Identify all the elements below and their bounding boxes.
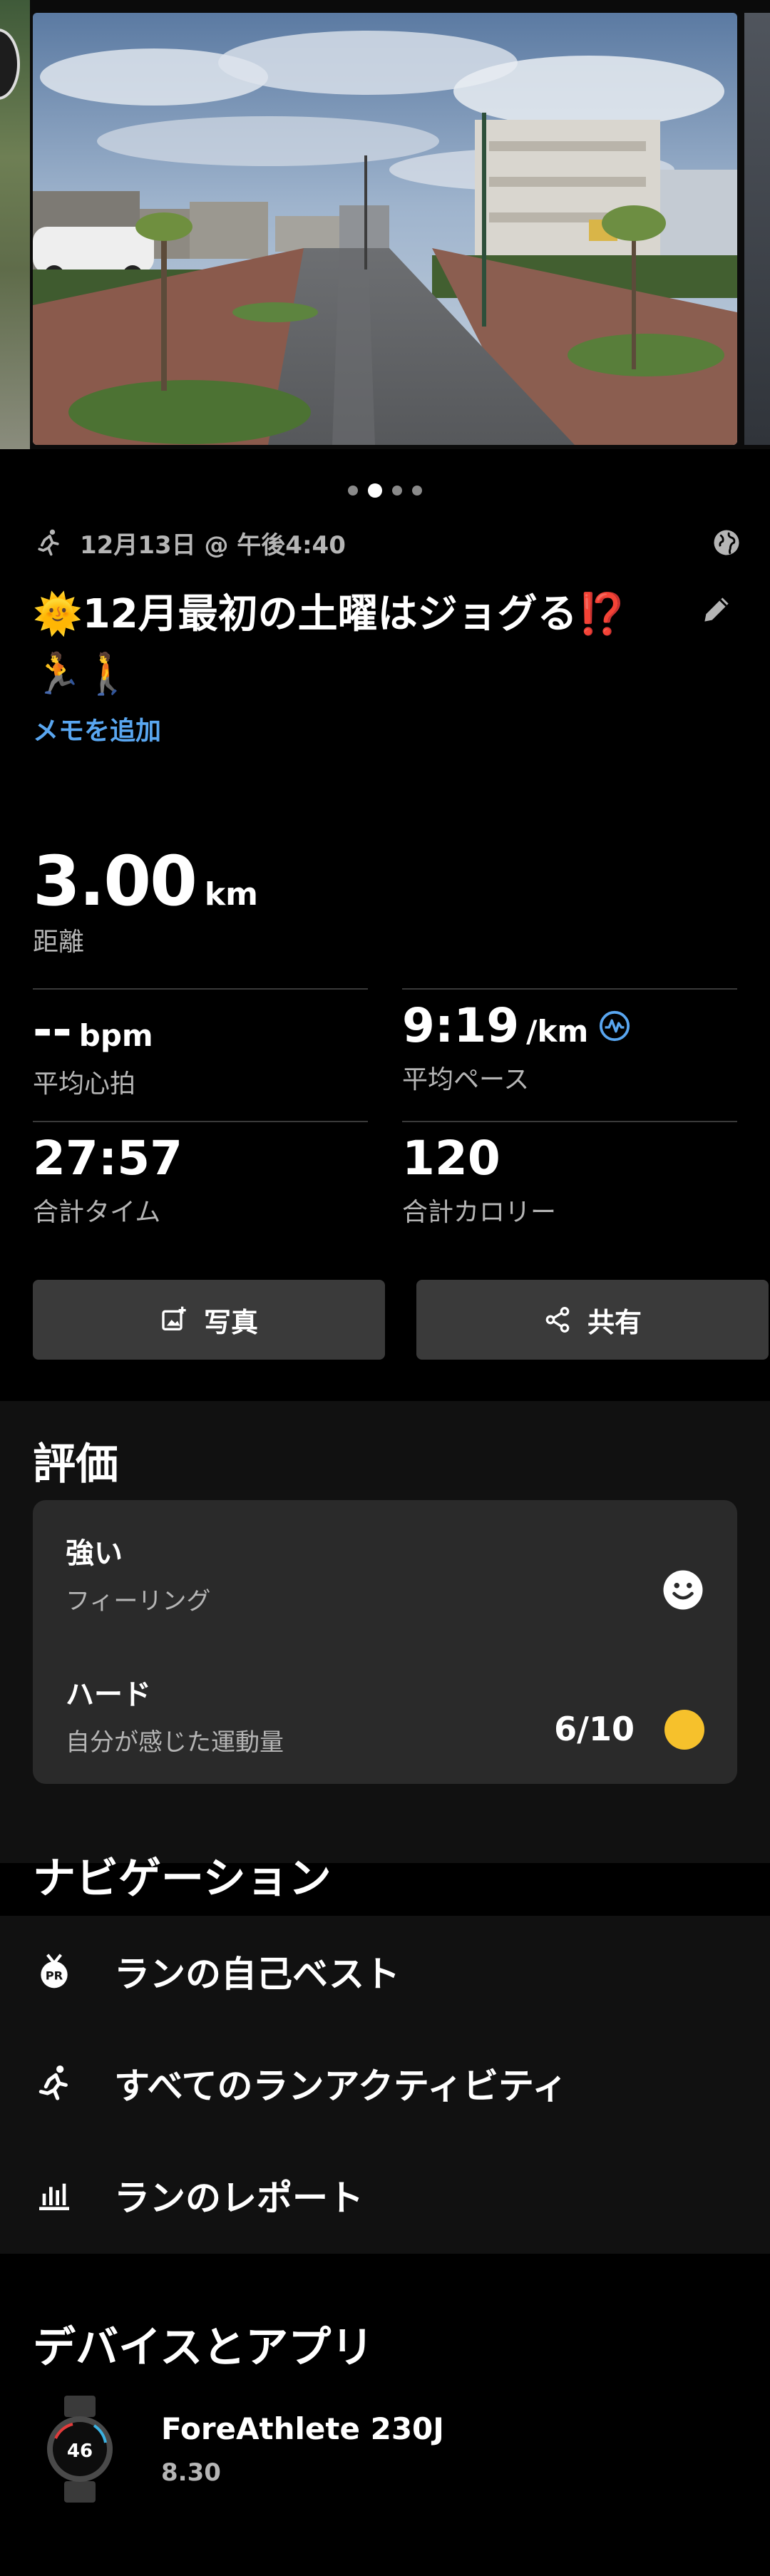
pr-medal-icon: PR: [41, 1954, 68, 1989]
share-button[interactable]: 共有: [416, 1280, 769, 1360]
pace-stat: 9:19 /km 平均ペース: [402, 998, 631, 1096]
carousel-dot[interactable]: [348, 486, 358, 496]
pace-unit: /km: [526, 1014, 589, 1049]
device-name: ForeAthlete 230J: [161, 2411, 444, 2446]
pace-chart-icon[interactable]: [598, 1010, 631, 1042]
add-photo-label: 写真: [203, 1306, 258, 1338]
next-photo-thumbnail[interactable]: [744, 13, 770, 445]
devices-title: デバイスとアプリ: [33, 2323, 374, 2373]
distance-value: 3.00: [33, 841, 197, 921]
navigation-title: ナビゲーション: [33, 1854, 332, 1904]
watch-device-icon: 46: [47, 2396, 113, 2503]
pace-label: 平均ペース: [402, 1065, 530, 1094]
activity-title[interactable]: 🌞12月最初の土曜はジョグる⁉️🏃🚶: [33, 585, 674, 704]
feeling-row[interactable]: 強い フィーリング: [66, 1530, 210, 1616]
calories-stat: 120 合計カロリー: [402, 1131, 556, 1228]
nav-label: すべてのランアクティビティ: [114, 2066, 568, 2107]
svg-text:PR: PR: [46, 1969, 63, 1983]
watch-face-number: 46: [67, 2441, 93, 2462]
feeling-label: フィーリング: [66, 1587, 211, 1616]
total-time-value: 27:57: [33, 1131, 183, 1186]
heart-rate-label: 平均心拍: [33, 1069, 136, 1099]
pace-value: 9:19: [402, 998, 520, 1053]
distance-label: 距離: [33, 928, 85, 957]
device-row[interactable]: 46 ForeAthlete 230J 8.30: [0, 2396, 770, 2510]
bar-chart-icon: [39, 2183, 69, 2210]
carousel-dot[interactable]: [392, 486, 402, 496]
add-photo-icon: [162, 1306, 186, 1330]
nav-label: ランのレポート: [114, 2177, 364, 2219]
calories-value: 120: [402, 1131, 500, 1186]
share-icon: [545, 1307, 570, 1333]
evaluation-card: 強い フィーリング ハード 自分が感じた運動量 6/10: [33, 1500, 737, 1784]
feeling-value: 強い: [66, 1537, 123, 1570]
distance-unit: km: [204, 876, 258, 913]
running-icon: [38, 2066, 68, 2100]
smiley-face-icon[interactable]: [662, 1569, 704, 1611]
heart-rate-stat: -- bpm 平均心拍: [33, 1002, 153, 1100]
total-time-label: 合計タイム: [33, 1198, 161, 1227]
edit-pencil-icon[interactable]: [699, 592, 734, 627]
calories-label: 合計カロリー: [402, 1198, 557, 1227]
evaluation-title: 評価: [33, 1440, 118, 1489]
share-label: 共有: [587, 1306, 642, 1338]
stat-divider: [402, 988, 737, 990]
add-note-link[interactable]: メモを追加: [33, 710, 161, 747]
effort-label: 自分が感じた運動量: [66, 1728, 284, 1757]
stat-divider: [33, 988, 368, 990]
effort-score: 6/10: [554, 1710, 635, 1748]
effort-value: ハード: [66, 1678, 151, 1711]
effort-color-indicator: [664, 1710, 704, 1750]
nav-item-run-report[interactable]: ランのレポート: [0, 2142, 770, 2249]
activity-photo[interactable]: [33, 13, 737, 445]
heart-rate-value: --: [33, 1002, 72, 1057]
carousel-dot[interactable]: [412, 486, 422, 496]
stat-divider: [402, 1121, 737, 1122]
activity-datetime: 12月13日 @ 午後4:40: [80, 530, 346, 560]
heart-rate-unit: bpm: [78, 1018, 153, 1053]
carousel-dot-active[interactable]: [368, 483, 382, 498]
photo-carousel[interactable]: [0, 0, 770, 449]
nav-item-personal-records[interactable]: PR ランの自己ベスト: [0, 1918, 770, 2025]
effort-row[interactable]: ハード 自分が感じた運動量: [66, 1671, 284, 1757]
nav-label: ランの自己ベスト: [114, 1954, 400, 1995]
activity-meta: 12月13日 @ 午後4:40: [33, 525, 741, 560]
distance-stat: 3.00 km: [33, 841, 258, 921]
add-photo-button[interactable]: 写真: [33, 1280, 385, 1360]
total-time-stat: 27:57 合計タイム: [33, 1131, 183, 1228]
stat-divider: [33, 1121, 368, 1122]
globe-privacy-icon[interactable]: [712, 528, 741, 558]
nav-item-all-run-activities[interactable]: すべてのランアクティビティ: [0, 2030, 770, 2137]
device-version: 8.30: [161, 2458, 221, 2487]
running-icon: [38, 529, 59, 556]
carousel-page-indicator: [0, 482, 770, 499]
